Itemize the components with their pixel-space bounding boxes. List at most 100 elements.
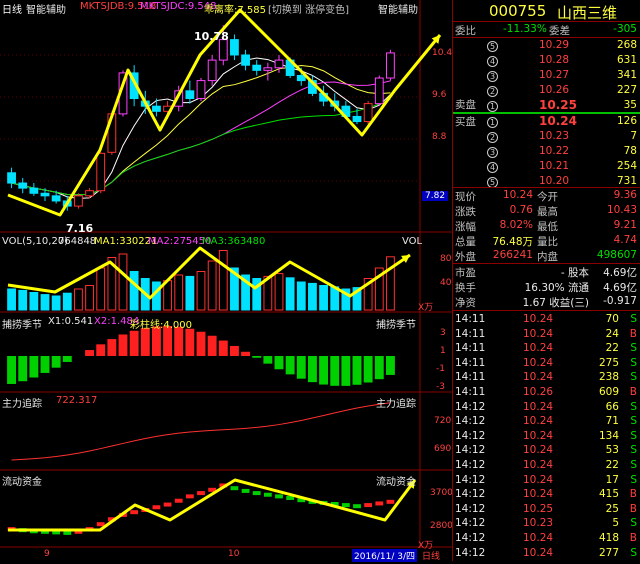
tick-price: 10.24 — [523, 546, 554, 559]
tick-row[interactable]: 14:11 10.24 70 S — [453, 312, 640, 327]
tick-row[interactable]: 14:12 10.24 71 S — [453, 414, 640, 429]
bulao-tick: 1 — [440, 346, 446, 356]
tick-row[interactable]: 14:12 10.24 418 B — [453, 531, 640, 546]
candle-body — [263, 67, 273, 71]
bulao-bar — [385, 356, 395, 375]
tick-time: 14:12 — [455, 517, 486, 530]
bulao-bar — [129, 330, 139, 356]
tick-price: 10.24 — [523, 532, 554, 544]
tick-volume: 275 — [598, 356, 619, 369]
tick-row[interactable]: 14:12 10.24 415 B — [453, 487, 640, 502]
switch-limit-color-link[interactable]: [切换到 涨停变色] — [268, 1, 349, 16]
ask-level[interactable]: 5 10.29 268 — [453, 38, 640, 53]
tick-price: 10.25 — [523, 502, 554, 515]
bid-price: 10.22 — [539, 145, 570, 157]
fund-value: -0.917 — [603, 295, 637, 307]
tick-price: 10.24 — [523, 327, 554, 340]
quote-panel: 000755 山西三维 委比 -11.33% 委差 -305 5 10.29 2… — [452, 0, 640, 561]
indicator-name[interactable]: 智能辅助 — [26, 1, 66, 16]
bulao-bar — [330, 356, 340, 386]
tick-side: S — [630, 546, 637, 559]
bid-price: 10.23 — [539, 130, 570, 142]
bid-volume: 7 — [630, 130, 637, 142]
tick-price: 10.24 — [523, 473, 554, 486]
tick-row[interactable]: 14:12 10.25 25 B — [453, 502, 640, 517]
stat-value: 266241 — [492, 249, 533, 261]
tick-side: S — [630, 342, 637, 355]
fund-label: 市盈 — [455, 267, 476, 279]
bulao-bar — [18, 356, 28, 382]
tick-row[interactable]: 14:11 10.24 238 S — [453, 370, 640, 385]
tick-side: B — [629, 502, 637, 515]
flow-bar — [241, 488, 250, 493]
vol-tick: 40 — [440, 278, 452, 288]
panel-right-title-vol: VOL — [402, 236, 423, 247]
stat-label: 现价 — [455, 191, 476, 203]
chart-area[interactable]: 日线 智能辅助 MKTSJDB:9.518 MKTSJDC:9.548 乖离率:… — [0, 0, 453, 562]
tick-row[interactable]: 14:12 10.24 53 S — [453, 443, 640, 458]
tick-side: S — [630, 444, 637, 457]
stat-value: 9.21 — [613, 219, 637, 231]
volume-bar — [29, 292, 39, 311]
tick-side: B — [629, 532, 637, 544]
tick-row[interactable]: 14:11 10.24 275 S — [453, 356, 640, 371]
candle-body — [352, 115, 362, 123]
flow-bar — [152, 505, 161, 510]
bid-level[interactable]: 1 10.24 126 — [453, 114, 640, 129]
x-axis-label: 10 — [228, 549, 240, 559]
tick-price: 10.24 — [523, 342, 554, 355]
tick-price: 10.24 — [523, 371, 554, 384]
bulao-tick: -3 — [436, 382, 445, 392]
bulao-bar — [40, 356, 50, 373]
flow-bar — [252, 491, 261, 496]
bid-level[interactable]: 2 10.23 7 — [453, 129, 640, 144]
bulao-bar — [207, 335, 217, 356]
fund-row: 净资 1.67 收益(三) -0.917 — [453, 294, 640, 309]
ask-level[interactable]: 4 10.28 631 — [453, 53, 640, 68]
tick-row[interactable]: 14:12 10.24 17 S — [453, 473, 640, 488]
tick-row[interactable]: 14:12 10.23 5 S — [453, 516, 640, 531]
tick-price: 10.24 — [523, 488, 554, 501]
bulao-bar — [274, 356, 284, 370]
volume-bar — [85, 285, 94, 311]
tick-row[interactable]: 14:12 10.24 66 S — [453, 400, 640, 415]
bid-volume: 126 — [616, 115, 637, 127]
bid-level[interactable]: 4 10.21 254 — [453, 159, 640, 174]
flow-bar — [353, 504, 361, 509]
tick-time: 14:11 — [455, 386, 486, 398]
candle-body — [152, 105, 161, 112]
bid-level[interactable]: 3 10.22 78 — [453, 144, 640, 159]
candle-body — [74, 195, 83, 207]
flow-bar — [386, 499, 395, 504]
tick-side: S — [630, 429, 637, 442]
tick-row[interactable]: 14:11 10.24 22 S — [453, 341, 640, 356]
stat-label: 总量 — [455, 236, 476, 248]
bid-price: 10.21 — [539, 160, 570, 172]
tick-row[interactable]: 14:12 10.24 22 S — [453, 458, 640, 473]
flow-bar — [96, 522, 105, 527]
fund-value: - 股本 — [560, 267, 589, 279]
candle-body — [241, 54, 250, 66]
tick-row[interactable]: 14:11 10.24 24 B — [453, 327, 640, 342]
zhuli-tick: 720 — [434, 416, 452, 426]
ask-level[interactable]: 1 10.25 35 — [453, 98, 640, 113]
tick-row[interactable]: 14:12 10.24 277 S — [453, 546, 640, 561]
fund-label: 净资 — [455, 297, 476, 309]
period-tab[interactable]: 日线 — [422, 549, 440, 562]
ask-level[interactable]: 2 10.26 227 — [453, 83, 640, 98]
stat-value: 10.24 — [502, 189, 533, 201]
tick-row[interactable]: 14:11 10.26 609 B — [453, 385, 640, 400]
stat-row: 现价 10.24 今开 9.36 — [453, 188, 640, 203]
tick-time: 14:11 — [455, 327, 486, 340]
ask-price: 10.28 — [539, 54, 570, 66]
bulao-bar — [252, 356, 262, 358]
candle-body — [374, 77, 384, 105]
zhuli-tick: 690 — [434, 444, 452, 454]
stat-label: 今开 — [537, 191, 558, 203]
bulao-bar — [241, 351, 251, 356]
tick-row[interactable]: 14:12 10.24 134 S — [453, 429, 640, 444]
ask-volume: 631 — [616, 54, 637, 66]
ask-level[interactable]: 3 10.27 341 — [453, 68, 640, 83]
tick-time: 14:12 — [455, 473, 486, 486]
weicha-value: -305 — [613, 23, 637, 35]
